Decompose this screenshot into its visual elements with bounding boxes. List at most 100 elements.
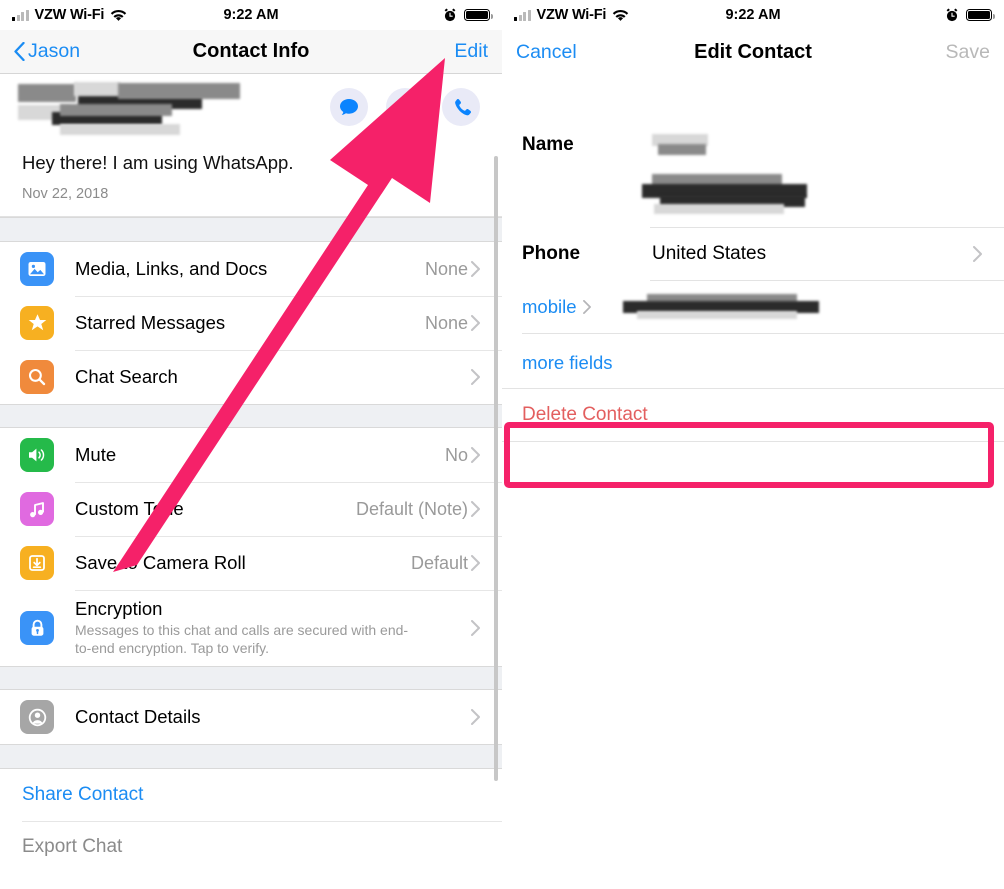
left-panel-scrollbar[interactable] — [494, 156, 498, 781]
row-value: Default (Note) — [355, 498, 468, 519]
status-date: Nov 22, 2018 — [22, 186, 109, 202]
cancel-label: Cancel — [516, 40, 577, 63]
chevron-right-icon — [471, 555, 480, 571]
export-chat-button[interactable]: Export Chat — [0, 821, 502, 873]
right-phone-panel-edit-contact: VZW Wi-Fi 9:22 AM Cancel Edit Contact Sa… — [502, 0, 1004, 889]
row-custom-tone[interactable]: Custom Tone Default (Note) — [0, 482, 502, 536]
edit-button[interactable]: Edit — [454, 40, 488, 63]
mobile-number-redacted[interactable] — [622, 294, 983, 320]
profile-action-buttons — [330, 88, 480, 126]
row-label: Save to Camera Roll — [75, 552, 246, 573]
chevron-right-icon — [471, 315, 480, 331]
row-label: Mute — [75, 444, 117, 465]
chevron-right-icon — [471, 709, 480, 725]
name-label: Name — [522, 134, 574, 155]
chevron-right-icon — [471, 369, 480, 385]
chevron-right-icon — [582, 300, 591, 314]
section-settings-group: Mute No Custom Tone Default (Note) Save … — [0, 428, 502, 666]
page-title: Edit Contact — [694, 40, 812, 63]
chevron-right-icon — [471, 447, 480, 463]
contact-info-scroll-body: Hey there! I am using WhatsApp. Nov 22, … — [0, 74, 502, 889]
export-chat-label: Export Chat — [22, 836, 123, 857]
mobile-type-button[interactable]: mobile — [522, 296, 591, 318]
chevron-left-icon — [14, 42, 25, 61]
phone-label: Phone — [522, 243, 581, 264]
phone-country-value: United States — [652, 243, 767, 264]
row-sublabel: Messages to this chat and calls are secu… — [75, 622, 409, 656]
back-button[interactable]: Jason — [14, 40, 80, 63]
nav-bar-contact-info: Jason Contact Info Edit — [0, 30, 502, 74]
status-bar-right: VZW Wi-Fi 9:22 AM — [502, 0, 1004, 30]
row-encryption[interactable]: Encryption Messages to this chat and cal… — [0, 590, 502, 666]
video-camera-icon — [395, 101, 415, 113]
delete-contact-button[interactable]: Delete Contact — [502, 388, 1004, 442]
speaker-icon — [20, 438, 54, 472]
status-message: Hey there! I am using WhatsApp. — [22, 152, 294, 173]
nav-bar-edit-contact: Cancel Edit Contact Save — [502, 30, 1004, 74]
star-icon — [20, 306, 54, 340]
lock-icon — [20, 611, 54, 645]
search-icon — [20, 360, 54, 394]
phone-icon — [454, 98, 471, 115]
field-name-second-line[interactable] — [502, 170, 1004, 228]
chevron-right-icon — [471, 261, 480, 277]
mobile-label: mobile — [522, 296, 577, 317]
row-label: Custom Tone — [75, 498, 184, 519]
section-spacer-2 — [0, 404, 502, 428]
field-mobile-number[interactable]: mobile — [502, 281, 1004, 333]
video-call-action-button[interactable] — [386, 88, 424, 126]
alarm-clock-icon — [946, 8, 958, 22]
clock-label: 9:22 AM — [725, 7, 781, 23]
row-label: Encryption — [75, 598, 163, 620]
row-chat-search[interactable]: Chat Search — [0, 350, 502, 404]
section-media-group: Media, Links, and Docs None Starred Mess… — [0, 242, 502, 404]
row-label: Contact Details — [75, 706, 201, 727]
row-label: Media, Links, and Docs — [75, 258, 268, 279]
chevron-right-icon — [973, 246, 982, 262]
chat-bubble-icon — [340, 99, 358, 115]
field-name[interactable]: Name — [502, 120, 1004, 170]
status-bar-right-cluster — [945, 8, 995, 22]
save-button[interactable]: Save — [946, 41, 990, 64]
section-footer-links: Share Contact Export Chat — [0, 769, 502, 873]
chevron-right-icon — [471, 620, 480, 636]
section-contact-details-group: Contact Details — [0, 690, 502, 744]
name-value-redacted[interactable] — [652, 132, 952, 158]
photo-icon — [20, 252, 54, 286]
more-fields-label: more fields — [522, 352, 613, 373]
voice-call-action-button[interactable] — [442, 88, 480, 126]
alarm-clock-icon — [444, 8, 456, 22]
row-save-to-camera-roll[interactable]: Save to Camera Roll Default — [0, 536, 502, 590]
back-label: Jason — [28, 40, 81, 62]
two-phone-screenshot-composite: VZW Wi-Fi 9:22 AM Jason Contact Info Edi… — [0, 0, 1004, 889]
chevron-right-icon — [471, 501, 480, 517]
share-contact-button[interactable]: Share Contact — [0, 769, 502, 821]
edit-contact-form: Name Phone United States mobile more fie… — [502, 74, 1004, 889]
person-circle-icon — [20, 700, 54, 734]
row-value: Default — [410, 552, 468, 573]
row-label: Starred Messages — [75, 312, 226, 333]
edit-label: Edit — [454, 40, 488, 62]
more-fields-button[interactable]: more fields — [502, 334, 1004, 388]
encryption-text: Encryption Messages to this chat and cal… — [75, 598, 460, 658]
profile-header: Hey there! I am using WhatsApp. Nov 22, … — [0, 74, 502, 217]
section-spacer-4 — [0, 744, 502, 769]
download-icon — [20, 546, 54, 580]
section-spacer-1 — [0, 217, 502, 242]
form-top-spacer — [502, 74, 1004, 120]
cancel-button[interactable]: Cancel — [516, 41, 577, 64]
row-starred-messages[interactable]: Starred Messages None — [0, 296, 502, 350]
message-action-button[interactable] — [330, 88, 368, 126]
delete-contact-section: Delete Contact — [502, 388, 1004, 442]
row-contact-details[interactable]: Contact Details — [0, 690, 502, 744]
music-note-icon — [20, 492, 54, 526]
row-label: Chat Search — [75, 366, 178, 387]
save-label: Save — [945, 40, 990, 63]
row-media-links-docs[interactable]: Media, Links, and Docs None — [0, 242, 502, 296]
status-bar-left: VZW Wi-Fi 9:22 AM — [0, 0, 502, 30]
share-contact-label: Share Contact — [22, 784, 144, 805]
clock-label: 9:22 AM — [223, 7, 279, 23]
field-phone-country[interactable]: Phone United States — [502, 228, 1004, 280]
left-phone-panel-contact-info: VZW Wi-Fi 9:22 AM Jason Contact Info Edi… — [0, 0, 502, 889]
row-mute[interactable]: Mute No — [0, 428, 502, 482]
